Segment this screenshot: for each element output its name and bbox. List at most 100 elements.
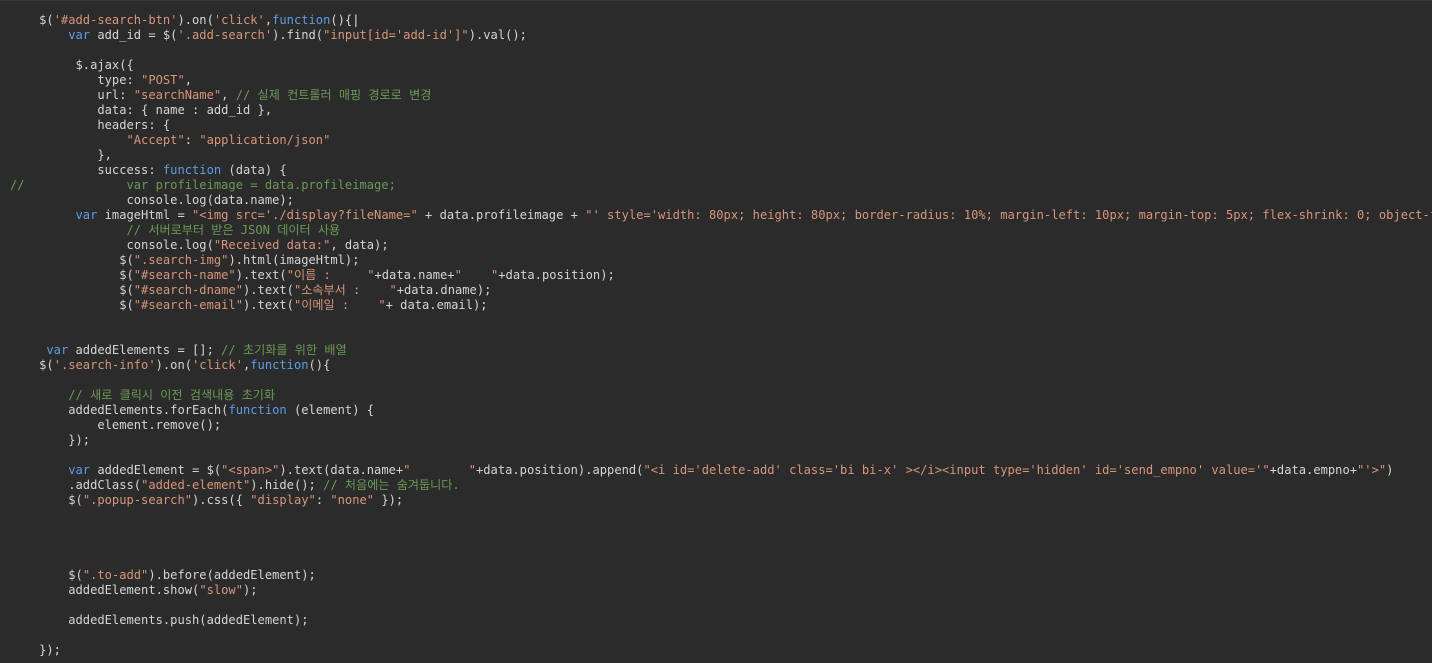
code-token: // 초기화를 위한 배열: [221, 343, 347, 357]
code-area[interactable]: $('#add-search-btn').on('click',function…: [10, 13, 1432, 658]
code-token: "#search-name": [133, 268, 236, 282]
code-line[interactable]: [10, 373, 1432, 388]
code-token: ".to-add": [82, 568, 149, 582]
code-token: ).on(: [177, 13, 214, 27]
code-line[interactable]: success: function (data) {: [10, 163, 1432, 178]
code-token: (){: [330, 13, 353, 27]
code-line[interactable]: addedElement.show("slow");: [10, 583, 1432, 598]
code-token: ).html(imageHtml);: [228, 253, 360, 267]
code-token: $(: [10, 283, 134, 297]
code-line[interactable]: $("#search-email").text("이메일 : "+ data.e…: [10, 298, 1432, 313]
code-token: "Accept": [126, 133, 185, 147]
code-line[interactable]: element.remove();: [10, 418, 1432, 433]
code-token: +data.position).append(: [476, 463, 644, 477]
code-line[interactable]: [10, 508, 1432, 523]
code-line[interactable]: // 새로 클릭시 이전 검색내용 초기화: [10, 388, 1432, 403]
code-token: ".search-img": [133, 253, 229, 267]
code-line[interactable]: [10, 313, 1432, 328]
code-token: ).find(: [272, 28, 324, 42]
code-token: var: [68, 463, 91, 477]
code-line[interactable]: [10, 628, 1432, 643]
code-token: "'>": [1357, 463, 1387, 477]
code-line[interactable]: });: [10, 643, 1432, 658]
code-line[interactable]: [10, 538, 1432, 553]
code-line[interactable]: console.log(data.name);: [10, 193, 1432, 208]
code-token: ).css({: [192, 493, 251, 507]
code-line[interactable]: [10, 523, 1432, 538]
code-token: :: [315, 493, 331, 507]
code-line[interactable]: url: "searchName", // 실제 컨트롤러 매핑 경로로 변경: [10, 88, 1432, 103]
code-token: $(: [10, 253, 134, 267]
code-token: ).before(addedElement);: [148, 568, 316, 582]
code-token: "added-element": [141, 478, 251, 492]
code-token: "이메일 : ": [293, 298, 386, 312]
code-line[interactable]: .addClass("added-element").hide(); // 처음…: [10, 478, 1432, 493]
code-token: "POST": [141, 73, 185, 87]
code-token: ).text(data.name+: [279, 463, 404, 477]
code-line[interactable]: });: [10, 433, 1432, 448]
code-token: +data.empno+: [1269, 463, 1358, 477]
code-line[interactable]: data: { name : add_id },: [10, 103, 1432, 118]
code-line[interactable]: $(".popup-search").css({ "display": "non…: [10, 493, 1432, 508]
code-token: var: [46, 343, 69, 357]
code-line[interactable]: },: [10, 148, 1432, 163]
code-line[interactable]: [10, 43, 1432, 58]
code-token: function: [250, 358, 309, 372]
text-cursor: |: [352, 13, 360, 27]
code-token: "#search-dname": [133, 283, 243, 297]
code-line[interactable]: $("#search-name").text("이름 : "+data.name…: [10, 268, 1432, 283]
code-token: addedElement = $(: [90, 463, 222, 477]
code-token: " ": [454, 268, 499, 282]
code-line[interactable]: var imageHtml = "<img src='./display?fil…: [10, 208, 1432, 223]
code-token: function: [272, 13, 331, 27]
code-token: '.search-info': [53, 358, 156, 372]
code-token: console.log(: [10, 238, 214, 252]
code-line[interactable]: [10, 553, 1432, 568]
code-line[interactable]: addedElements.forEach(function (element)…: [10, 403, 1432, 418]
code-line[interactable]: $('#add-search-btn').on('click',function…: [10, 13, 1432, 28]
code-line[interactable]: var add_id = $('.add-search').find("inpu…: [10, 28, 1432, 43]
code-token: element.remove();: [10, 418, 222, 432]
code-line[interactable]: // 서버로부터 받은 JSON 데이터 사용: [10, 223, 1432, 238]
code-line[interactable]: type: "POST",: [10, 73, 1432, 88]
code-token: // 처음에는 숨겨둡니다.: [323, 478, 460, 492]
code-line[interactable]: headers: {: [10, 118, 1432, 133]
code-line[interactable]: $(".to-add").before(addedElement);: [10, 568, 1432, 583]
code-token: console.log(data.name);: [10, 193, 294, 207]
code-line[interactable]: $("#search-dname").text("소속부서 : "+data.d…: [10, 283, 1432, 298]
code-token: :: [184, 133, 200, 147]
code-line[interactable]: console.log("Received data:", data);: [10, 238, 1432, 253]
code-token: // 서버로부터 받은 JSON 데이터 사용: [126, 223, 341, 237]
code-token: // 새로 클릭시 이전 검색내용 초기화: [68, 388, 275, 402]
code-token: ).val();: [468, 28, 527, 42]
code-line[interactable]: var addedElement = $("<span>").text(data…: [10, 463, 1432, 478]
code-line[interactable]: [10, 598, 1432, 613]
code-token: ).hide();: [250, 478, 324, 492]
code-token: $(: [10, 358, 54, 372]
code-token: ,: [184, 73, 193, 87]
code-token: var: [75, 208, 98, 222]
code-line[interactable]: $('.search-info').on('click',function(){: [10, 358, 1432, 373]
code-editor[interactable]: $('#add-search-btn').on('click',function…: [0, 0, 1432, 663]
code-token: $(: [10, 13, 54, 27]
code-line[interactable]: addedElements.push(addedElement);: [10, 613, 1432, 628]
code-token: '.add-search': [177, 28, 273, 42]
code-token: });: [374, 493, 404, 507]
code-line[interactable]: // var profileimage = data.profileimage;: [10, 178, 1432, 193]
code-token: (data) {: [221, 163, 287, 177]
code-token: +data.position);: [498, 268, 615, 282]
code-line[interactable]: [10, 448, 1432, 463]
code-line[interactable]: "Accept": "application/json": [10, 133, 1432, 148]
code-token: 'click': [213, 13, 265, 27]
code-line[interactable]: $(".search-img").html(imageHtml);: [10, 253, 1432, 268]
code-token: });: [10, 643, 61, 657]
code-token: ".popup-search": [82, 493, 193, 507]
code-line[interactable]: $.ajax({: [10, 58, 1432, 73]
code-line[interactable]: [10, 328, 1432, 343]
code-token: imageHtml =: [97, 208, 193, 222]
code-token: function: [228, 403, 287, 417]
code-line[interactable]: var addedElements = []; // 초기화를 위한 배열: [10, 343, 1432, 358]
code-token: "<i id='delete-add' class='bi bi-x' ></i…: [643, 463, 1270, 477]
